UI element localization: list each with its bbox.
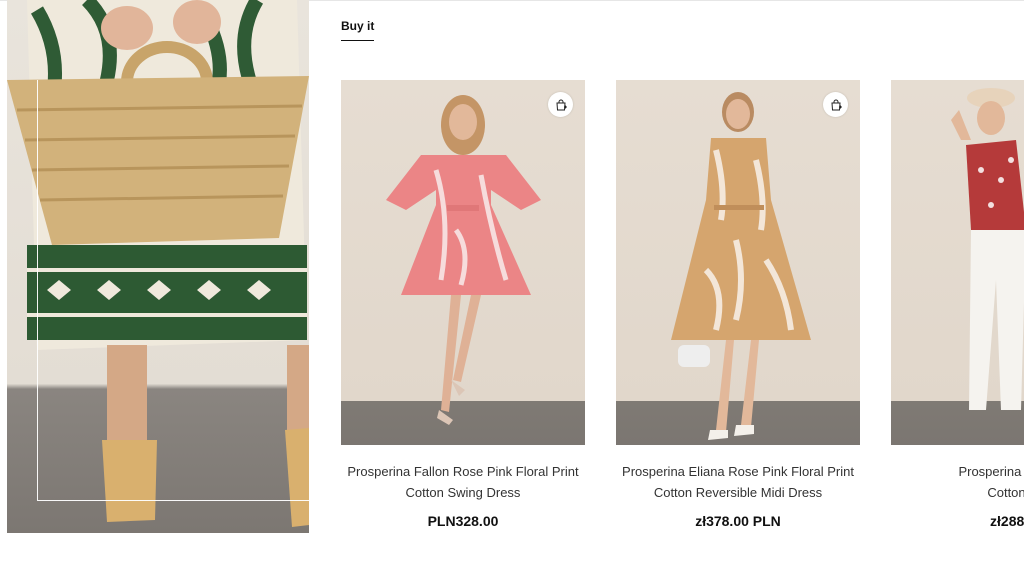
product-name-line2[interactable]: Cotton Reversible Midi Dress [616, 482, 860, 503]
product-name-line2[interactable]: Cotton Swing Dress [341, 482, 585, 503]
product-card[interactable]: Prosperina Blair Br Cotton R zł288.0 [891, 80, 1024, 529]
product-illustration [951, 88, 1024, 410]
image-frame-decoration [37, 80, 309, 501]
product-image[interactable] [616, 80, 860, 445]
product-card[interactable]: Prosperina Fallon Rose Pink Floral Print… [341, 80, 585, 529]
product-name-line1[interactable]: Prosperina Blair Br [891, 461, 1024, 482]
shopping-bag-add-icon [830, 99, 842, 111]
product-name[interactable]: Prosperina Eliana Rose Pink Floral Print… [616, 461, 860, 503]
product-illustration [386, 95, 541, 425]
product-illustration [671, 92, 811, 440]
add-to-cart-button[interactable] [548, 92, 573, 117]
product-name-line1[interactable]: Prosperina Eliana Rose Pink Floral Print [616, 461, 860, 482]
product-image[interactable] [341, 80, 585, 445]
product-name-line1[interactable]: Prosperina Fallon Rose Pink Floral Print [341, 461, 585, 482]
tab-buy-it[interactable]: Buy it [341, 18, 375, 41]
product-price: zł288.0 [990, 513, 1024, 529]
product-name[interactable]: Prosperina Fallon Rose Pink Floral Print… [341, 461, 585, 503]
product-name-line2[interactable]: Cotton R [891, 482, 1024, 503]
add-to-cart-button[interactable] [823, 92, 848, 117]
product-price: PLN328.00 [427, 513, 499, 529]
product-image[interactable] [891, 80, 1024, 445]
product-card[interactable]: Prosperina Eliana Rose Pink Floral Print… [616, 80, 860, 529]
lifestyle-image [7, 0, 309, 533]
product-price: zł378.00 PLN [695, 513, 781, 529]
shopping-bag-add-icon [555, 99, 567, 111]
product-name[interactable]: Prosperina Blair Br Cotton R [891, 461, 1024, 503]
